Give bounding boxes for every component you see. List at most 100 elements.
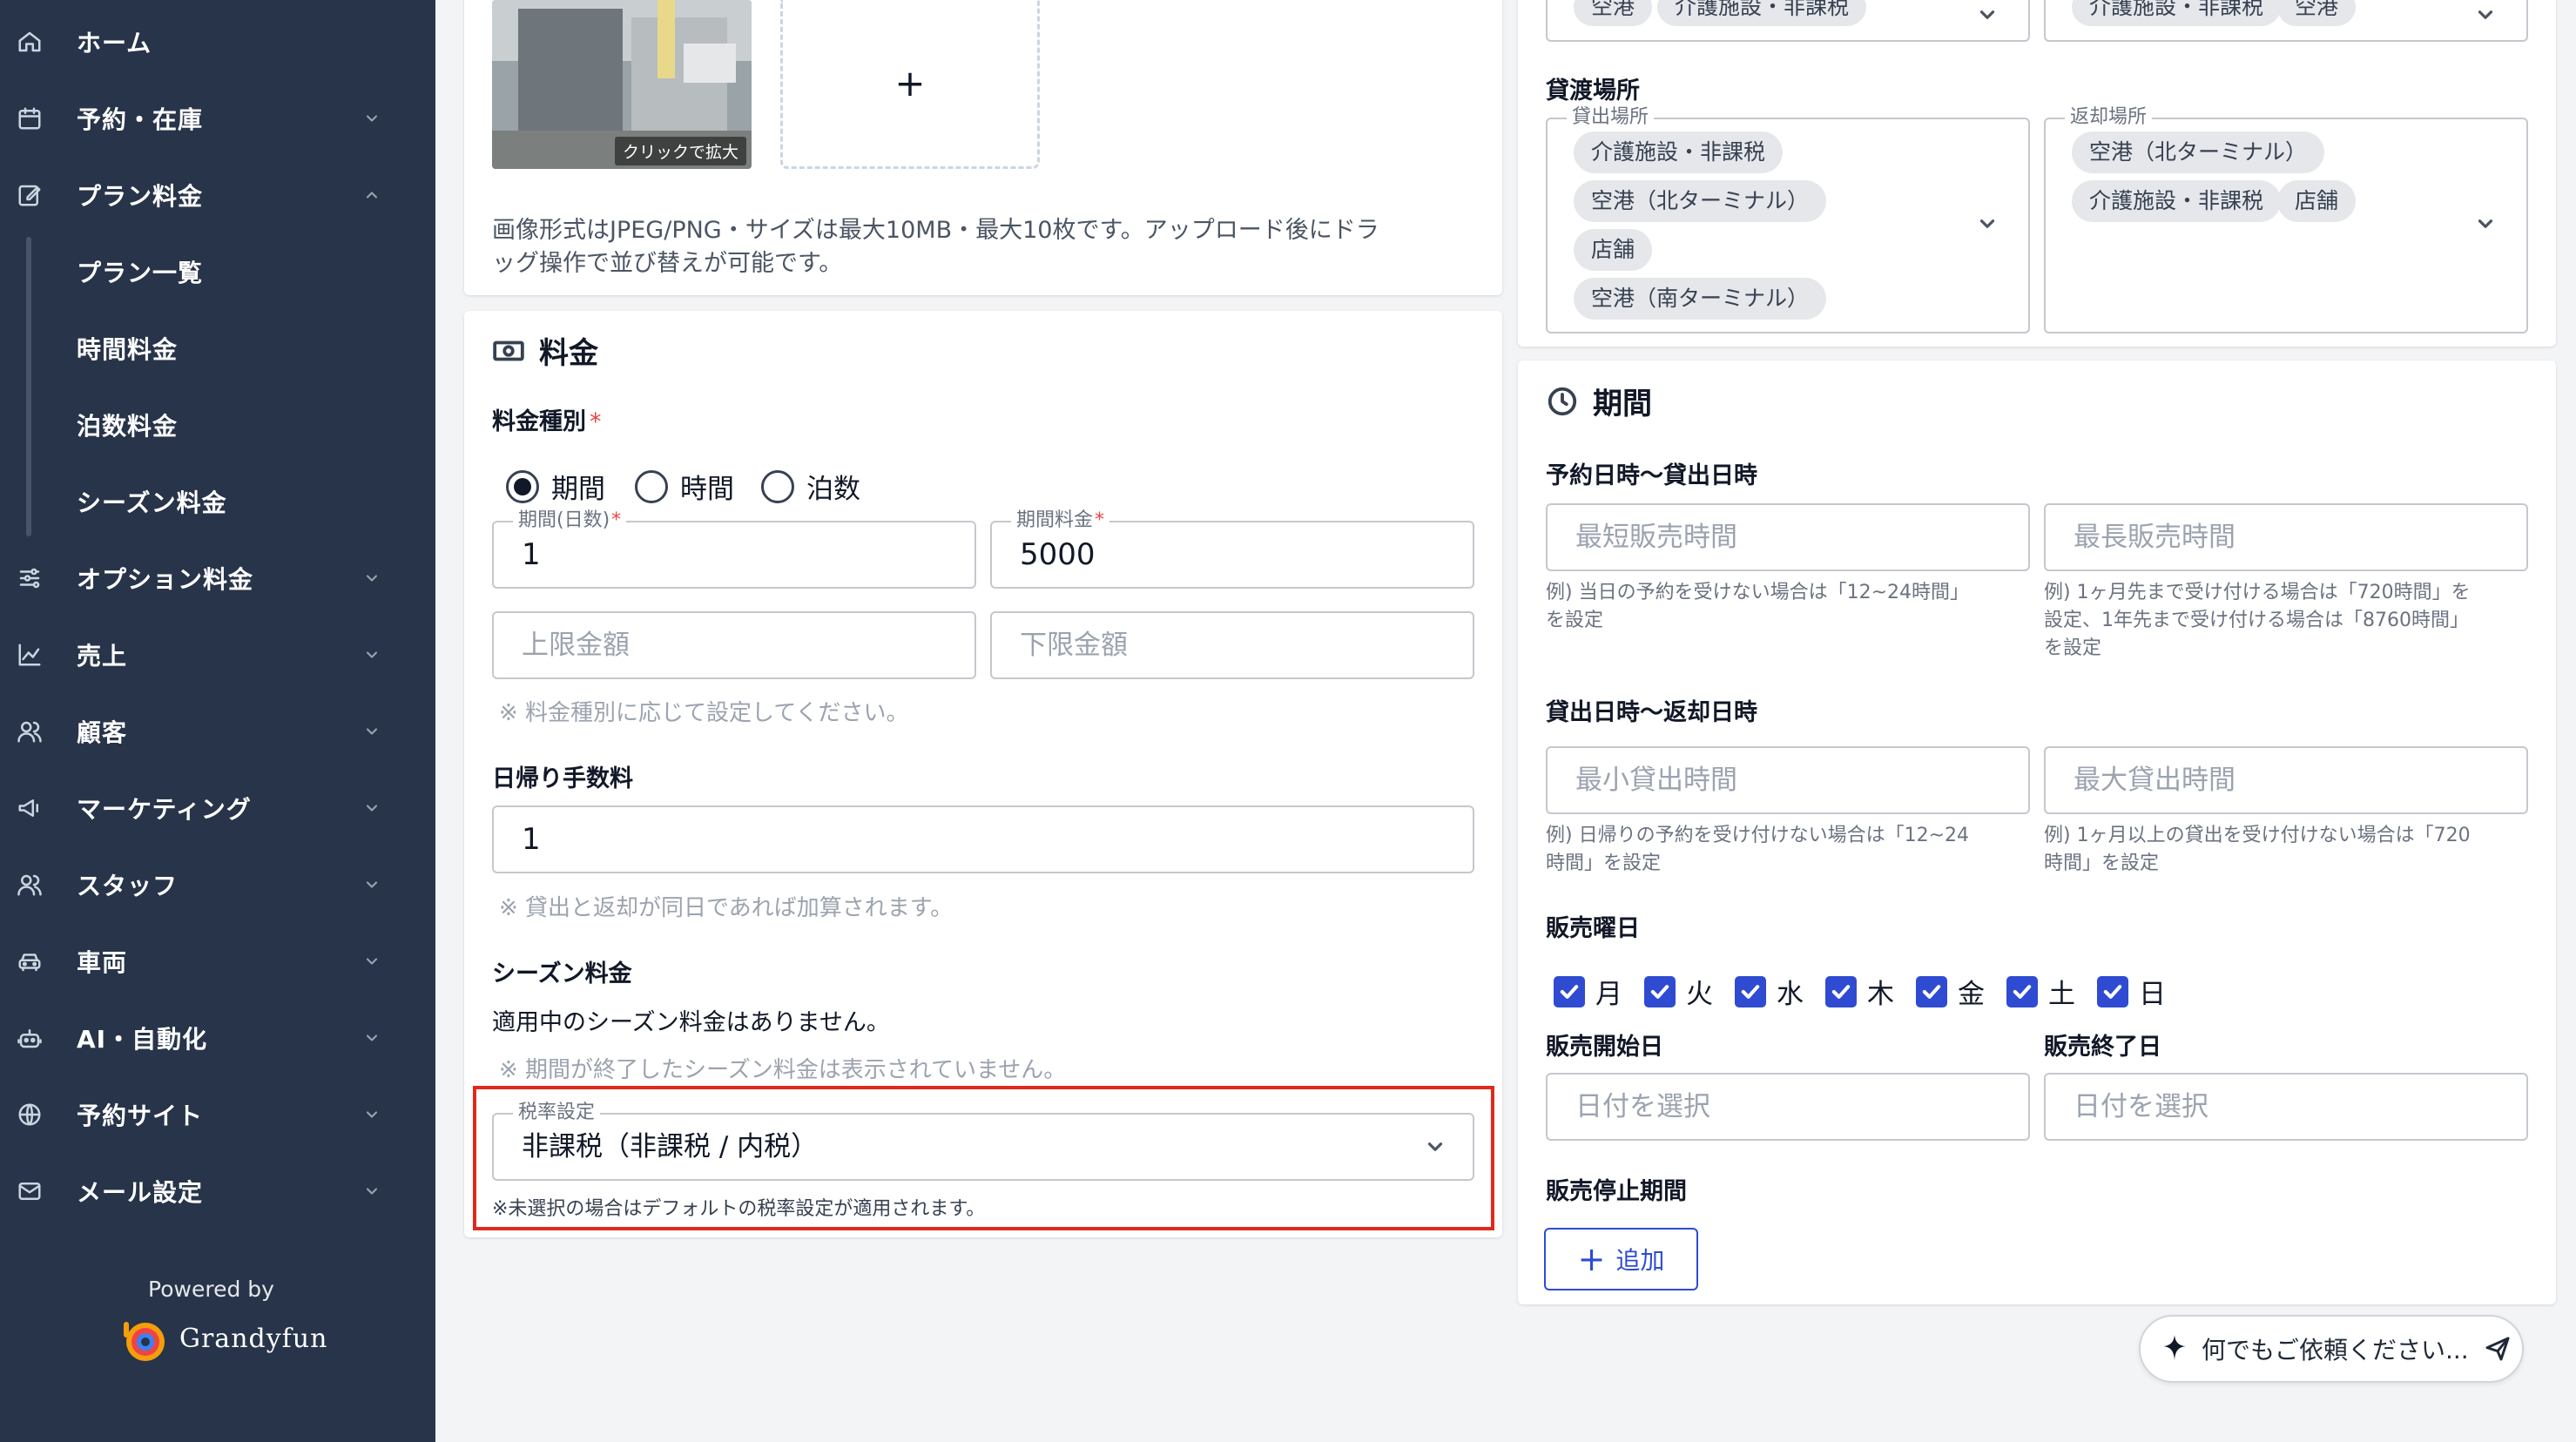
nav-option-pricing[interactable]: オプション料金 (0, 552, 435, 604)
help-line: 例) 当日の予約を受けない場合は「12~24時間」 (1546, 582, 1969, 603)
help-line: 時間」を設定 (1546, 852, 1662, 874)
weekday-checkbox-sun[interactable]: 日 (2097, 972, 2166, 1011)
chevron-down-icon (2472, 211, 2498, 237)
sliders-icon (16, 564, 44, 592)
image-upload-button[interactable]: + (780, 0, 1040, 169)
add-stop-period-button[interactable]: + 追加 (1544, 1228, 1698, 1290)
sales-end-date-picker[interactable]: 日付を選択 (2044, 1073, 2528, 1141)
max-sale-time-help: 例) 1ヶ月先まで受け付ける場合は「720時間」を 設定、1年先まで受け付ける場… (2044, 579, 2471, 663)
nav-sales[interactable]: 売上 (0, 629, 435, 681)
chevron-down-icon (361, 107, 383, 130)
day-trip-fee-hint: ※ 貸出と返却が同日であれば加算されます。 (499, 895, 954, 921)
checkbox-checked-icon (2006, 975, 2038, 1007)
nav-label: マーケティング (77, 795, 252, 824)
radio-label: 時間 (680, 474, 734, 505)
chip: 店舗 (1574, 229, 1653, 271)
placeholder: 最長販売時間 (2074, 522, 2235, 553)
weekday-label: 土 (2048, 979, 2075, 1010)
nav-label: 車両 (77, 948, 128, 977)
powered-by: Powered by (148, 1277, 274, 1302)
checkbox-checked-icon (1554, 975, 1585, 1007)
weekday-checkbox-thu[interactable]: 木 (1825, 972, 1894, 1011)
min-sale-time-input[interactable]: 最短販売時間 (1546, 503, 2030, 571)
image-format-note: 画像形式はJPEG/PNG・サイズは最大10MB・最大10枚です。アップロード後… (492, 214, 1379, 280)
field-value: 1 (522, 822, 541, 857)
field-value: 5000 (1020, 537, 1096, 572)
period-price-input[interactable]: 期間料金* 5000 (990, 509, 1474, 589)
top-right-select[interactable]: 介護施設・非課税 空港 (2044, 0, 2528, 42)
chip: 店舗 (2277, 180, 2357, 222)
required-mark: * (1095, 509, 1105, 531)
help-line: 例) 日帰りの予約を受け付けない場合は「12~24 (1546, 825, 1969, 846)
booking-to-rental-label: 予約日時〜貸出日時 (1546, 462, 1757, 489)
pricing-title: 料金 (492, 329, 598, 372)
vehicle-photo-thumbnail[interactable]: クリックで拡大 (492, 0, 752, 169)
placeholder: 最小貸出時間 (1575, 765, 1737, 796)
chevron-down-icon (361, 644, 383, 666)
nav-label: プラン料金 (77, 182, 204, 211)
radio-hourly[interactable]: 時間 (635, 467, 734, 506)
weekday-checkbox-mon[interactable]: 月 (1554, 972, 1622, 1011)
nav-label: 予約・在庫 (77, 105, 204, 134)
chip: 介護施設・非課税 (1574, 131, 1784, 173)
min-amount-input[interactable]: 下限金額 (990, 611, 1474, 679)
min-sale-time-help: 例) 当日の予約を受けない場合は「12~24時間」 を設定 (1546, 579, 1969, 635)
period-days-input[interactable]: 期間(日数)* 1 (492, 509, 976, 589)
season-pricing-empty: 適用中のシーズン料金はありません。 (492, 1009, 890, 1036)
chevron-up-icon (361, 184, 383, 206)
nav-booking-inventory[interactable]: 予約・在庫 (0, 92, 435, 145)
chip: 介護施設・非課税 (2072, 180, 2282, 222)
robot-icon (16, 1024, 44, 1052)
money-icon (493, 340, 524, 360)
nav-customers[interactable]: 顧客 (0, 705, 435, 758)
sidebar-item-plan-list[interactable]: プラン一覧 (77, 247, 203, 296)
sales-start-date-picker[interactable]: 日付を選択 (1546, 1073, 2030, 1141)
brand-name: Grandyfun (179, 1323, 328, 1354)
max-sale-time-input[interactable]: 最長販売時間 (2044, 503, 2528, 571)
radio-nightly[interactable]: 泊数 (761, 467, 860, 506)
pricing-title-text: 料金 (539, 336, 598, 371)
radio-label: 泊数 (806, 474, 860, 505)
day-trip-fee-input[interactable]: 1 (492, 805, 1474, 873)
nav-label: オプション料金 (77, 565, 254, 594)
send-icon[interactable] (2484, 1335, 2512, 1363)
chip: 空港（北ターミナル） (2072, 131, 2325, 173)
pickup-location-select[interactable]: 貸出場所 介護施設・非課税 空港（北ターミナル） 店舗 空港（南ターミナル） (1546, 106, 2030, 334)
weekday-checkbox-sat[interactable]: 土 (2006, 972, 2075, 1011)
chevron-down-icon (361, 797, 383, 819)
label-text: 料金種別 (492, 408, 586, 435)
nav-home[interactable]: ホーム (0, 16, 435, 68)
max-rental-time-input[interactable]: 最大貸出時間 (2044, 746, 2528, 814)
nav-mail-settings[interactable]: メール設定 (0, 1165, 435, 1217)
nav-plan-pricing[interactable]: プラン料金 (0, 169, 435, 221)
field-label: 貸出場所 (1567, 106, 1655, 129)
chevron-down-icon (2472, 2, 2498, 28)
nav-marketing[interactable]: マーケティング (0, 782, 435, 834)
weekday-checkbox-fri[interactable]: 金 (1916, 972, 1985, 1011)
nav-vehicles[interactable]: 車両 (0, 935, 435, 987)
sidebar-item-hourly-pricing[interactable]: 時間料金 (77, 324, 178, 373)
pricing-type-hint: ※ 料金種別に応じて設定してください。 (499, 700, 909, 726)
field-label: 返却場所 (2065, 106, 2153, 129)
chevron-down-icon (361, 1180, 383, 1203)
nav-ai-automation[interactable]: AI・自動化 (0, 1012, 435, 1064)
nav-staff[interactable]: スタッフ (0, 859, 435, 911)
nav-booking-site[interactable]: 予約サイト (0, 1088, 435, 1141)
sidebar-item-season-pricing[interactable]: シーズン料金 (77, 477, 227, 526)
sidebar-item-nightly-pricing[interactable]: 泊数料金 (77, 401, 178, 449)
ai-assistant-input[interactable]: 何でもご依頼ください... (2139, 1315, 2524, 1383)
return-location-select[interactable]: 返却場所 空港（北ターミナル） 介護施設・非課税 店舗 (2044, 106, 2528, 334)
top-left-select[interactable]: 空港 介護施設・非課税 (1546, 0, 2030, 42)
max-amount-input[interactable]: 上限金額 (492, 611, 976, 679)
min-rental-time-input[interactable]: 最小貸出時間 (1546, 746, 2030, 814)
chevron-down-icon (361, 567, 383, 590)
calendar-icon (16, 104, 44, 132)
chevron-down-icon (361, 950, 383, 973)
weekday-checkbox-tue[interactable]: 火 (1644, 972, 1713, 1011)
checkbox-checked-icon (1825, 975, 1857, 1007)
radio-period[interactable]: 期間 (506, 467, 605, 506)
placeholder: 下限金額 (1020, 630, 1128, 661)
weekday-label: 月 (1595, 979, 1622, 1010)
day-trip-fee-label: 日帰り手数料 (492, 765, 633, 792)
weekday-checkbox-wed[interactable]: 水 (1735, 972, 1804, 1011)
